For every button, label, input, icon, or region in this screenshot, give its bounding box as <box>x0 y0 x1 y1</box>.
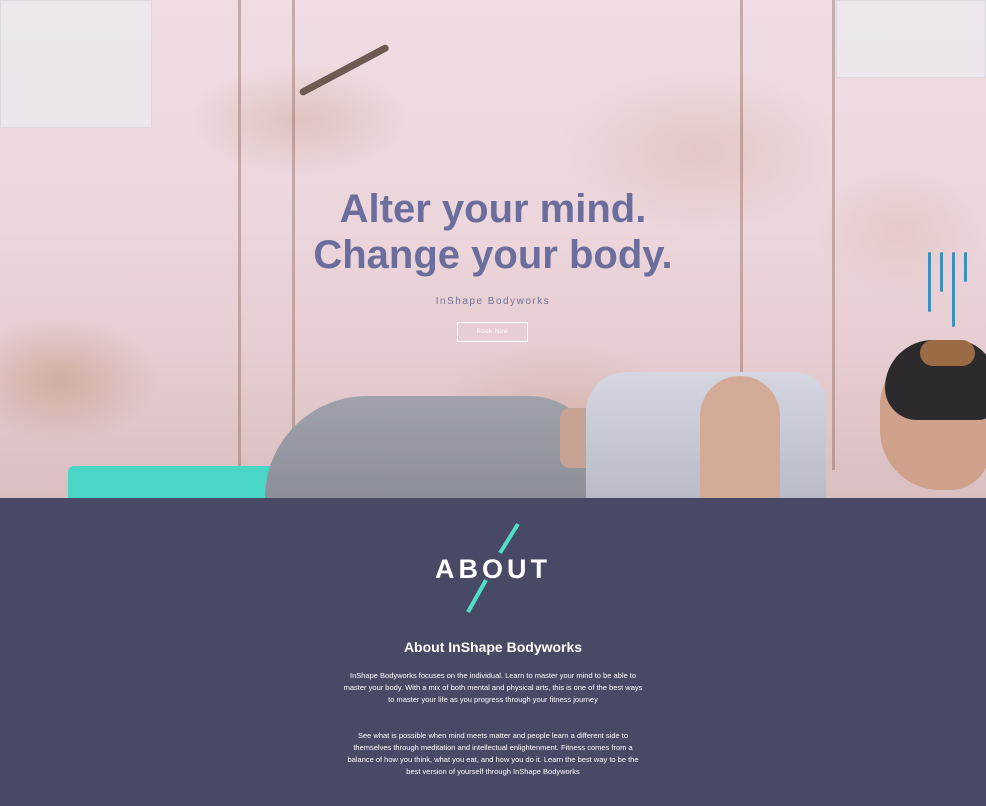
hero-title: Alter your mind. Change your body. <box>0 186 986 278</box>
woman-legs <box>265 396 600 498</box>
book-now-button[interactable]: Book Now <box>457 322 528 342</box>
wall-poster <box>0 0 152 128</box>
page: Alter your mind. Change your body. InSha… <box>0 0 986 806</box>
hero-subtitle: InShape Bodyworks <box>435 296 551 307</box>
hero-title-line-2: Change your body. <box>313 233 673 277</box>
about-heading: ABOUT <box>435 554 551 584</box>
hero-title-line-1: Alter your mind. <box>339 187 647 231</box>
about-subheading: About InShape Bodyworks <box>403 639 583 655</box>
slash-upper <box>498 522 520 555</box>
woman-arm <box>700 376 780 498</box>
about-paragraph-1: InShape Bodyworks focuses on the individ… <box>343 671 643 704</box>
wall-pipe <box>298 43 390 97</box>
wall-poster <box>836 0 986 78</box>
about-section: ABOUT About InShape Bodyworks InShape Bo… <box>0 498 986 806</box>
woman-hair-bun <box>920 340 975 366</box>
hero-section: Alter your mind. Change your body. InSha… <box>0 0 986 498</box>
about-paragraph-2: See what is possible when mind meets mat… <box>347 731 639 776</box>
